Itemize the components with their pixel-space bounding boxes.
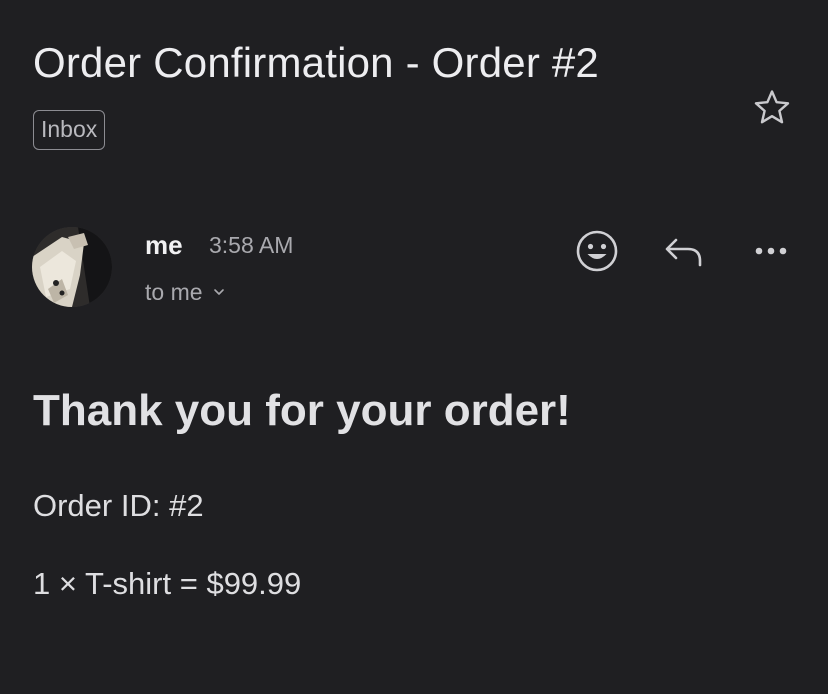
avatar-photo (32, 227, 112, 307)
avatar[interactable] (32, 227, 112, 307)
star-icon[interactable] (752, 88, 792, 128)
inbox-label-chip[interactable]: Inbox (33, 110, 106, 150)
sender-name[interactable]: me (145, 228, 183, 262)
more-options-icon[interactable] (750, 235, 792, 267)
chevron-down-icon (213, 289, 224, 295)
order-id-line: Order ID: #2 (33, 488, 204, 523)
reply-icon[interactable] (662, 232, 706, 272)
emoji-reaction-icon[interactable] (574, 228, 620, 274)
message-heading: Thank you for your order! (33, 386, 571, 435)
recipient-label: to me (145, 278, 203, 305)
order-item-line: 1 × T-shirt = $99.99 (33, 566, 302, 601)
recipient-details-toggle[interactable]: to me (145, 276, 225, 308)
email-subject: Order Confirmation - Order #2 (33, 39, 599, 86)
message-time: 3:58 AM (209, 232, 294, 258)
